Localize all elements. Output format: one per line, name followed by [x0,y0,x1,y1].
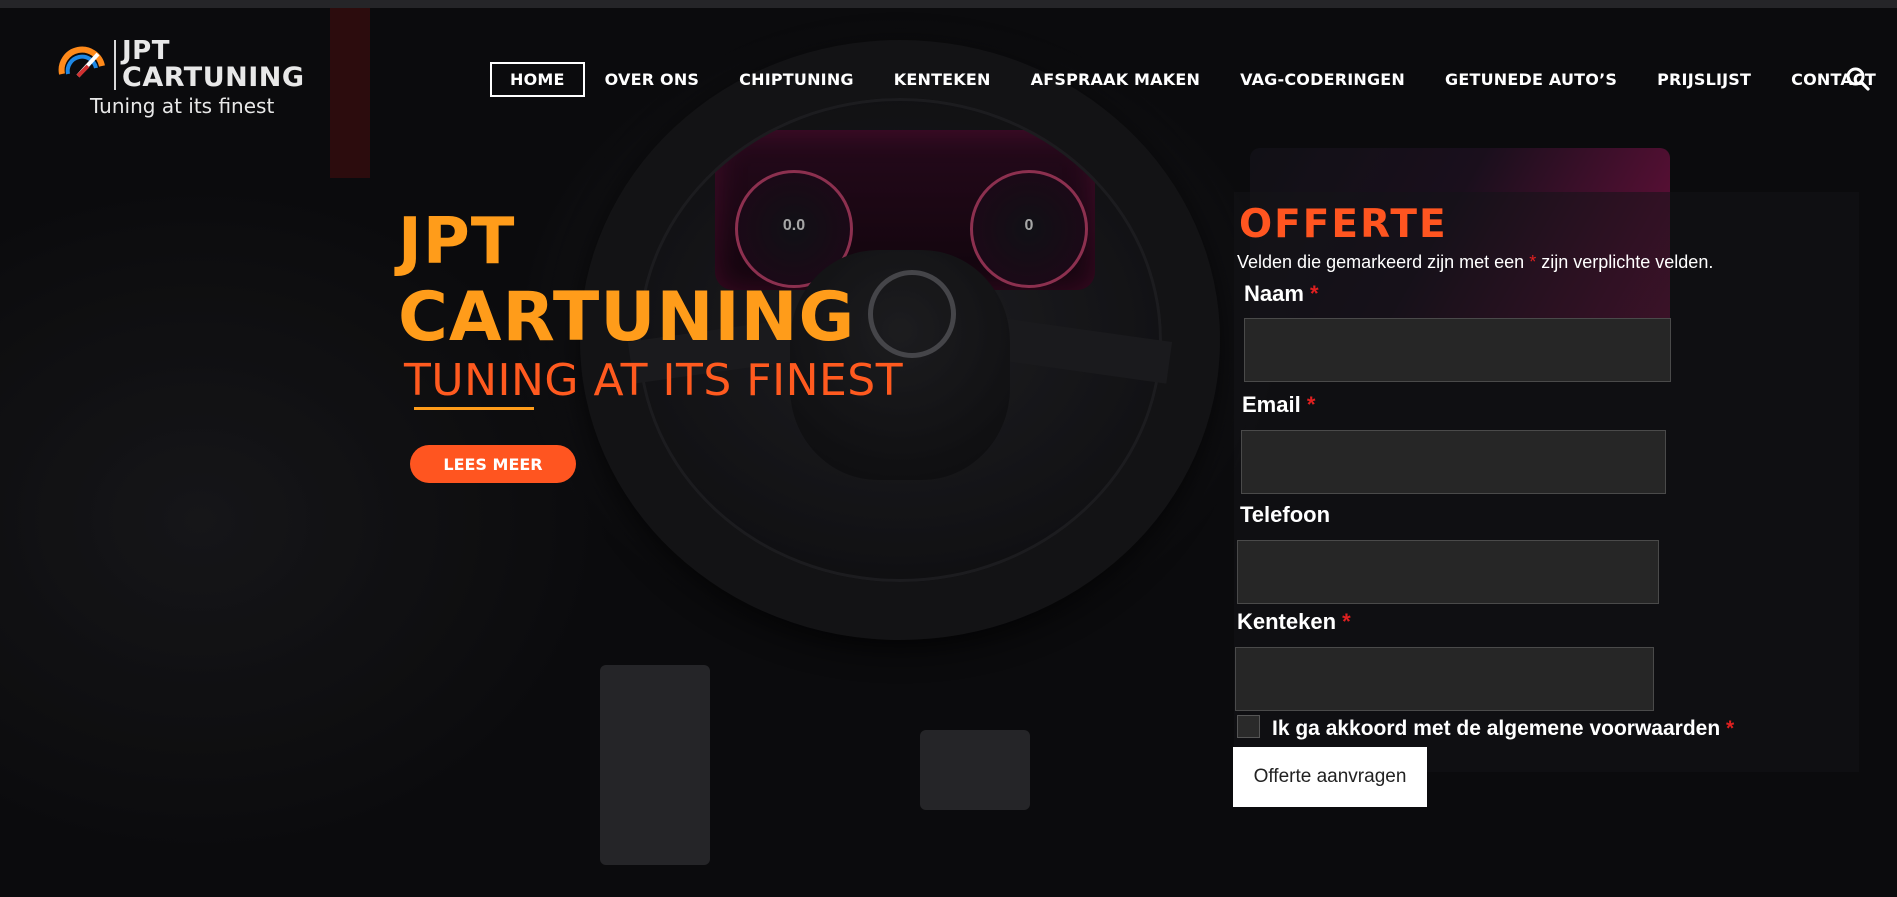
note-required-marker: * [1529,252,1537,272]
offerte-submit-button[interactable]: Offerte aanvragen [1233,747,1427,807]
nav-item-vag-coderingen[interactable]: VAG-CODERINGEN [1240,70,1405,89]
note-text-after: zijn verplichte velden. [1541,252,1714,272]
logo-divider [114,40,116,90]
kenteken-label: Kenteken * [1237,609,1351,634]
telefoon-label: Telefoon [1240,502,1331,527]
kenteken-input[interactable] [1235,647,1654,711]
email-label: Email * [1242,392,1316,417]
telefoon-input[interactable] [1237,540,1659,604]
logo-text-line1: JPT [122,36,170,66]
nav-item-afspraak-maken[interactable]: AFSPRAAK MAKEN [1031,70,1200,89]
hero-underline [414,407,534,410]
nav-item-home[interactable]: HOME [490,61,585,97]
logo-tagline: Tuning at its finest [90,94,275,118]
naam-label: Naam * [1244,281,1319,306]
nav-item-prijslijst[interactable]: PRIJSLIJST [1657,70,1751,89]
search-icon[interactable] [1845,66,1871,92]
required-fields-note: Velden die gemarkeerd zijn met een * zij… [1237,252,1713,273]
naam-input[interactable] [1244,318,1671,382]
required-marker: * [1310,281,1319,306]
main-nav: HOME OVER ONS CHIPTUNING KENTEKEN AFSPRA… [490,61,1876,97]
nav-item-over-ons[interactable]: OVER ONS [605,70,700,89]
form-title: OFFERTE [1239,202,1448,247]
hero-title-line1: JPT [398,205,516,279]
required-marker: * [1342,609,1351,634]
lees-meer-button[interactable]: LEES MEER [410,445,576,483]
nav-item-kenteken[interactable]: KENTEKEN [894,70,991,89]
hero-title-line2: CARTUNING [398,278,856,357]
nav-item-chiptuning[interactable]: CHIPTUNING [739,70,854,89]
logo-text-line2: CARTUNING [122,62,305,93]
terms-checkbox-label[interactable]: Ik ga akkoord met de algemene voorwaarde… [1272,717,1734,741]
required-marker: * [1306,392,1316,417]
hero-subtitle: TUNING AT ITS FINEST [404,355,904,406]
note-text-before: Velden die gemarkeerd zijn met een [1237,252,1525,272]
site-logo[interactable]: JPT CARTUNING Tuning at its finest [58,38,318,118]
terms-checkbox[interactable] [1237,715,1260,738]
nav-item-getunede-autos[interactable]: GETUNEDE AUTO’S [1445,70,1617,89]
email-input[interactable] [1241,430,1666,494]
logo-arc-icon [58,46,105,78]
required-marker: * [1726,717,1735,740]
